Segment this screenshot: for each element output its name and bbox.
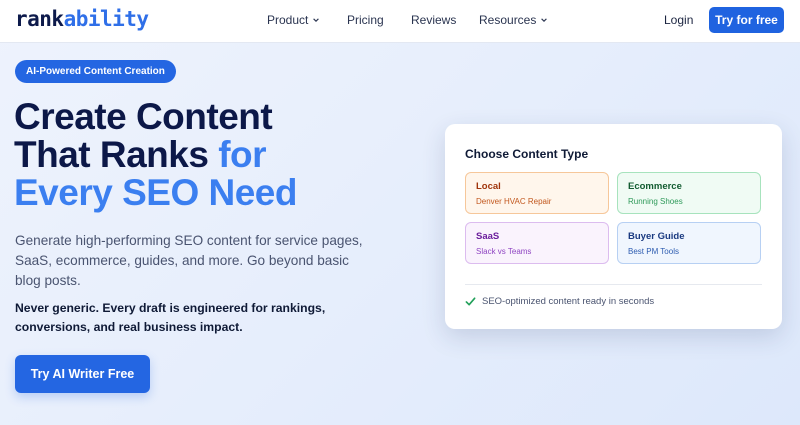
headline-line2-blue: for — [218, 134, 267, 175]
ready-text: SEO-optimized content ready in seconds — [482, 296, 655, 307]
ready-status: SEO-optimized content ready in seconds — [465, 296, 654, 307]
headline-line1: Create Content — [14, 96, 273, 137]
option-title: SaaS — [476, 231, 500, 242]
option-subtitle: Denver HVAC Repair — [476, 197, 552, 206]
nav-reviews-label: Reviews — [411, 13, 457, 27]
hero-headline: Create Content That Ranks for Every SEO … — [14, 98, 394, 212]
option-buyer-guide[interactable]: Buyer Guide Best PM Tools — [617, 222, 761, 264]
option-ecommerce[interactable]: Ecommerce Running Shoes — [617, 172, 761, 214]
site-header: rankability Product Pricing Reviews Reso… — [0, 0, 800, 43]
nav-resources[interactable]: Resources — [479, 13, 548, 27]
hero-bold-text: Never generic. Every draft is engineered… — [15, 301, 326, 334]
chevron-down-icon — [541, 18, 548, 22]
content-type-card: Choose Content Type Local Denver HVAC Re… — [445, 124, 782, 329]
try-for-free-button[interactable]: Try for free — [709, 7, 784, 33]
card-divider — [465, 284, 762, 285]
logo-text-part1: rank — [15, 7, 64, 31]
option-saas[interactable]: SaaS Slack vs Teams — [465, 222, 609, 264]
headline-line3: Every SEO Need — [14, 172, 297, 213]
nav-product[interactable]: Product — [267, 13, 320, 27]
option-title: Local — [476, 181, 501, 192]
option-subtitle: Best PM Tools — [628, 247, 679, 256]
nav-pricing-label: Pricing — [347, 13, 384, 27]
card-title: Choose Content Type — [465, 147, 589, 161]
option-subtitle: Slack vs Teams — [476, 247, 532, 256]
login-link[interactable]: Login — [664, 13, 693, 27]
headline-line2-dark: That Ranks — [14, 134, 219, 175]
option-local[interactable]: Local Denver HVAC Repair — [465, 172, 609, 214]
nav-pricing[interactable]: Pricing — [347, 13, 384, 27]
try-ai-writer-button[interactable]: Try AI Writer Free — [15, 355, 150, 393]
nav-resources-label: Resources — [479, 13, 537, 27]
check-icon — [465, 297, 476, 306]
hero-subtext: Generate high-performing SEO content for… — [15, 233, 363, 288]
logo-text-part2: ability — [63, 7, 150, 31]
option-title: Ecommerce — [628, 181, 682, 192]
nav-reviews[interactable]: Reviews — [411, 13, 456, 27]
logo[interactable]: rankability — [15, 7, 149, 31]
option-subtitle: Running Shoes — [628, 197, 683, 206]
hero-badge: AI-Powered Content Creation — [15, 60, 176, 83]
option-title: Buyer Guide — [628, 231, 685, 242]
chevron-down-icon — [313, 18, 320, 22]
nav-product-label: Product — [267, 13, 309, 27]
